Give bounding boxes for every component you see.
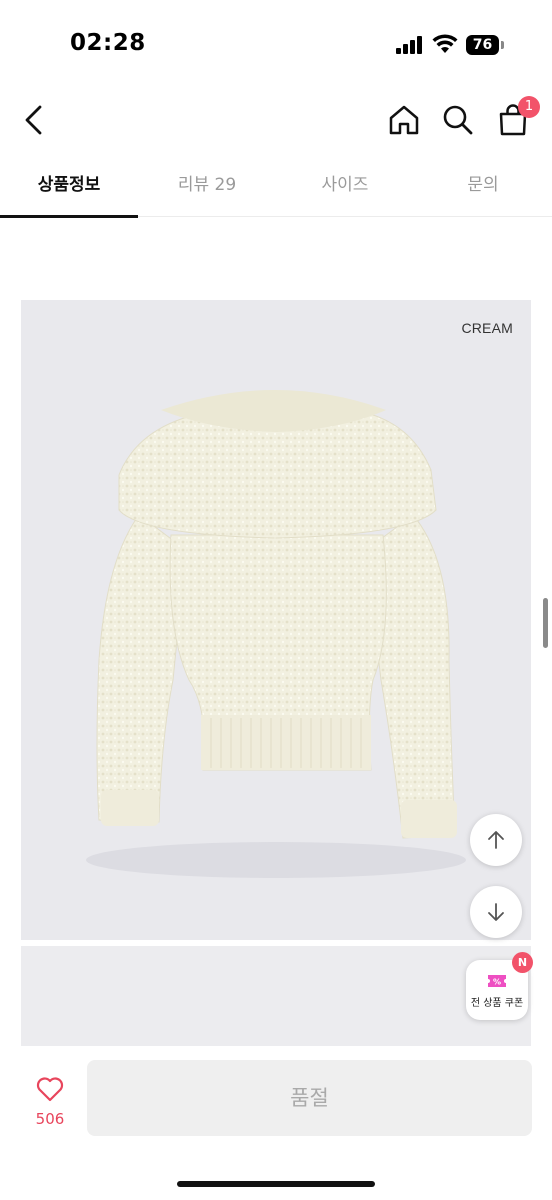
tab-inquiry[interactable]: 문의 [414, 160, 552, 216]
home-icon [389, 105, 419, 135]
status-time: 02:28 [70, 30, 146, 56]
heart-icon [36, 1077, 64, 1102]
status-bar: 02:28 76 [0, 0, 552, 90]
sweater-illustration [86, 390, 466, 878]
scroll-to-bottom-button[interactable] [470, 886, 522, 938]
search-icon [443, 105, 473, 135]
signal-icon [396, 36, 424, 54]
battery-level: 76 [466, 35, 499, 55]
scroll-to-top-button[interactable] [470, 814, 522, 866]
tab-product-info[interactable]: 상품정보 [0, 160, 138, 218]
top-nav-bar [0, 90, 552, 150]
product-tabs: 상품정보 리뷰 29 사이즈 문의 [0, 160, 552, 218]
arrow-down-icon [488, 903, 504, 921]
tab-reviews[interactable]: 리뷰 29 [138, 160, 276, 216]
svg-text:%: % [493, 978, 501, 987]
wifi-icon [432, 34, 458, 53]
battery-icon: 76 [466, 35, 504, 55]
bottom-action-bar: 506 품절 [0, 1046, 552, 1200]
like-button[interactable]: 506 [22, 1074, 78, 1134]
home-indicator [177, 1181, 375, 1187]
tab-size[interactable]: 사이즈 [276, 160, 414, 216]
product-image-secondary [21, 946, 531, 1046]
sold-out-button[interactable]: 품절 [87, 1060, 532, 1136]
product-image: CREAM [21, 300, 531, 940]
scrollbar[interactable] [543, 598, 548, 648]
back-button[interactable] [16, 100, 52, 140]
new-badge: N [512, 952, 533, 973]
back-chevron-icon [25, 105, 42, 135]
coupon-label: 전 상품 쿠폰 [470, 998, 524, 1009]
cart-count-badge: 1 [518, 96, 540, 118]
home-button[interactable] [384, 100, 424, 140]
color-label: CREAM [461, 320, 513, 336]
arrow-up-icon [488, 831, 504, 849]
like-count: 506 [35, 1110, 65, 1128]
search-button[interactable] [438, 100, 478, 140]
coupon-ticket-icon: % [488, 975, 506, 987]
